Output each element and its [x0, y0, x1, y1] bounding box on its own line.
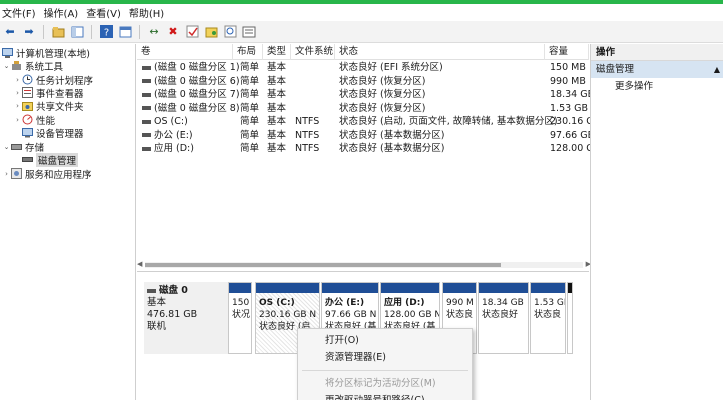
computer-icon [2, 47, 13, 58]
menu-bar: 文件(F) 操作(A) 查看(V) 帮助(H) [0, 4, 723, 21]
chevron-right-icon[interactable]: › [13, 116, 22, 124]
tree-performance[interactable]: › 性能 [13, 113, 55, 127]
volume-icon [142, 133, 151, 137]
clock-icon [22, 74, 33, 85]
col-layout[interactable]: 布局 [233, 44, 263, 60]
table-row[interactable]: (磁盘 0 磁盘分区 6) 简单 基本 状态良好 (恢复分区) 990 MB [137, 75, 589, 89]
unallocated-space[interactable] [567, 282, 573, 354]
svg-text:?: ? [103, 28, 108, 39]
chevron-down-icon[interactable]: ⌄ [2, 62, 11, 70]
volume-icon [142, 146, 151, 151]
tree-disk-management[interactable]: 磁盘管理 [22, 152, 79, 167]
folder-icon[interactable] [203, 24, 219, 40]
actions-section-disk-management[interactable]: 磁盘管理 ▲ [591, 61, 723, 78]
menu-view[interactable]: 查看(V) [86, 5, 129, 20]
menu-file[interactable]: 文件(F) [2, 5, 44, 20]
console-tree: 计算机管理(本地) ⌄ 系统工具 › 任务计划程序 › 事件查看器 › 共享文件… [0, 44, 136, 400]
volume-icon [142, 119, 151, 124]
volume-list-header: 卷 布局 类型 文件系统 状态 容量 [137, 44, 589, 60]
shared-folder-icon [22, 100, 33, 111]
toolbar: ⬅ ➡ ? ↔ ✖ [0, 21, 723, 43]
table-row[interactable]: 办公 (E:) 简单 基本 NTFS 状态良好 (基本数据分区) 97.66 G… [137, 129, 594, 143]
disk-icon [147, 289, 156, 293]
ctx-explore[interactable]: 资源管理器(E) [298, 349, 472, 366]
search-icon[interactable] [222, 24, 238, 40]
tree-services-apps[interactable]: › 服务和应用程序 [2, 167, 92, 181]
export-icon[interactable] [241, 24, 257, 40]
collapse-up-icon[interactable]: ▲ [714, 61, 720, 78]
col-status[interactable]: 状态 [335, 44, 545, 60]
services-icon [11, 168, 22, 179]
table-row[interactable]: OS (C:) 简单 基本 NTFS 状态良好 (启动, 页面文件, 故障转储,… [137, 115, 600, 129]
volume-icon [142, 92, 151, 97]
actions-pane: 操作 磁盘管理 ▲ 更多操作 [590, 44, 723, 400]
connect-icon[interactable]: ↔ [146, 24, 162, 40]
tree-event-viewer[interactable]: › 事件查看器 [13, 86, 84, 100]
actions-header: 操作 [591, 44, 723, 61]
check-icon[interactable] [184, 24, 200, 40]
up-folder-icon[interactable] [50, 24, 66, 40]
help-icon[interactable]: ? [98, 24, 114, 40]
toolbar-separator [139, 24, 140, 39]
more-actions[interactable]: 更多操作 [591, 78, 723, 95]
properties-icon[interactable] [117, 24, 133, 40]
context-menu: 打开(O) 资源管理器(E) 将分区标记为活动分区(M) 更改驱动器号和路径(C… [297, 328, 473, 400]
disk-0-label[interactable]: 磁盘 0 基本 476.81 GB 联机 [144, 282, 228, 354]
scroll-left-icon[interactable]: ◀ [137, 260, 142, 268]
col-capacity[interactable]: 容量 [545, 44, 589, 60]
delete-icon[interactable]: ✖ [165, 24, 181, 40]
chevron-right-icon[interactable]: › [13, 102, 22, 110]
table-row[interactable]: 应用 (D:) 简单 基本 NTFS 状态良好 (基本数据分区) 128.00 … [137, 142, 600, 156]
partition-7[interactable]: 18.34 GB 状态良好 [478, 282, 529, 354]
chevron-down-icon[interactable]: ⌄ [2, 143, 11, 151]
tree-device-manager[interactable]: 设备管理器 [22, 126, 84, 140]
storage-icon [11, 141, 22, 152]
ctx-open[interactable]: 打开(O) [298, 332, 472, 349]
chevron-right-icon[interactable]: › [2, 170, 11, 178]
tree-storage[interactable]: ⌄ 存储 [2, 140, 44, 154]
menu-action[interactable]: 操作(A) [44, 5, 87, 20]
table-row[interactable]: (磁盘 0 磁盘分区 8) 简单 基本 状态良好 (恢复分区) 1.53 GB [137, 102, 589, 116]
volume-icon [142, 106, 151, 110]
partition-8[interactable]: 1.53 GB状态良 [530, 282, 566, 354]
volume-icon [142, 79, 151, 83]
toolbar-separator [91, 24, 92, 39]
volume-icon [142, 65, 151, 70]
tree-root[interactable]: 计算机管理(本地) [2, 46, 90, 60]
back-icon[interactable]: ⬅ [2, 24, 18, 40]
toolbar-separator [43, 24, 44, 39]
volume-list: 卷 布局 类型 文件系统 状态 容量 (磁盘 0 磁盘分区 1) 简单 基本 状… [137, 44, 600, 271]
forward-icon[interactable]: ➡ [21, 24, 37, 40]
scrollbar-thumb[interactable] [145, 263, 501, 267]
col-volume[interactable]: 卷 [137, 44, 233, 60]
horizontal-scrollbar[interactable]: ◀ ▶ [137, 260, 591, 268]
table-row[interactable]: (磁盘 0 磁盘分区 1) 简单 基本 状态良好 (EFI 系统分区) 150 … [137, 61, 589, 75]
console-tree-icon[interactable] [69, 24, 85, 40]
chevron-right-icon[interactable]: › [13, 76, 22, 84]
performance-icon [22, 114, 33, 125]
col-filesystem[interactable]: 文件系统 [291, 44, 335, 60]
ctx-change-letter[interactable]: 更改驱动器号和路径(C)... [298, 392, 472, 400]
tree-system-tools[interactable]: ⌄ 系统工具 [2, 59, 63, 73]
tree-task-scheduler[interactable]: › 任务计划程序 [13, 73, 93, 87]
tools-icon [11, 60, 22, 71]
tree-shared-folders[interactable]: › 共享文件夹 [13, 99, 83, 113]
disk-management-icon [22, 154, 33, 165]
menu-help[interactable]: 帮助(H) [129, 5, 172, 20]
event-viewer-icon [22, 87, 33, 98]
col-type[interactable]: 类型 [263, 44, 291, 60]
ctx-separator [302, 370, 468, 371]
ctx-mark-active: 将分区标记为活动分区(M) [325, 378, 436, 389]
device-manager-icon [22, 127, 33, 138]
chevron-right-icon[interactable]: › [13, 89, 22, 97]
table-row[interactable]: (磁盘 0 磁盘分区 7) 简单 基本 状态良好 (恢复分区) 18.34 GB [137, 88, 594, 102]
partition-1[interactable]: 150 状况 [228, 282, 252, 354]
